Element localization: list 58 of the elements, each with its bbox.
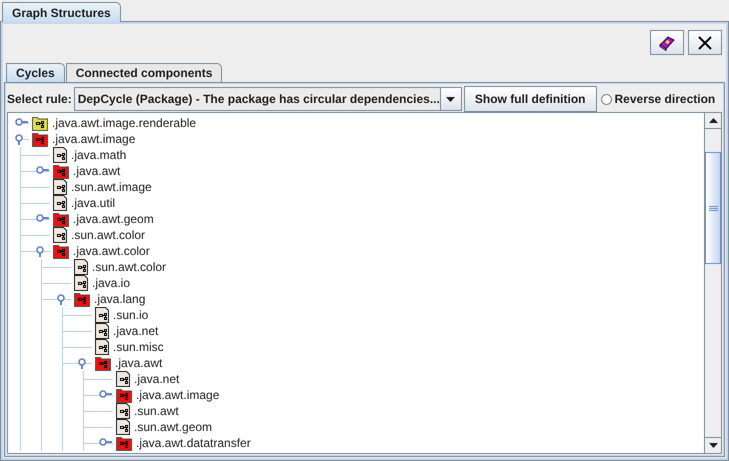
folder-icon (116, 435, 132, 451)
tab[interactable]: Connected components (66, 63, 222, 82)
tree-item[interactable]: .java.awt.image.renderable (52, 116, 196, 130)
package-icon (53, 147, 67, 163)
tree-item[interactable]: .java.io (92, 276, 130, 290)
close-button[interactable] (688, 30, 722, 55)
tree-item[interactable]: .sun.awt.geom (134, 420, 212, 434)
tree-item[interactable]: .java.awt (73, 164, 120, 178)
tree-item[interactable]: .java.awt.image (136, 388, 220, 402)
tree-item[interactable]: .java.awt.geom (73, 212, 154, 226)
folder-icon (95, 355, 111, 371)
tab[interactable]: Cycles (6, 63, 65, 82)
folder-icon (53, 243, 69, 259)
folder-icon (74, 291, 90, 307)
grip-icon (708, 206, 718, 210)
tree-item[interactable]: .sun.awt.color (71, 228, 146, 242)
dropdown-arrow-icon (446, 96, 456, 102)
tree-item[interactable]: .java.net (134, 372, 180, 386)
package-icon (53, 179, 67, 195)
book-icon (658, 34, 676, 50)
package-icon (95, 323, 109, 339)
help-button[interactable] (650, 30, 684, 55)
tree-item[interactable]: .sun.io (113, 308, 148, 322)
tree-item[interactable]: .java.lang (94, 292, 146, 306)
tree-item[interactable]: .sun.awt.color (92, 260, 166, 274)
package-icon (116, 403, 130, 419)
folder-icon (53, 211, 69, 227)
package-icon (53, 227, 67, 243)
package-icon (95, 339, 109, 355)
rule-label: Select rule: (7, 92, 72, 106)
tree-item[interactable]: .java.awt.datatransfer (136, 436, 251, 450)
tree-item[interactable]: .java.awt (115, 356, 162, 370)
close-icon (698, 36, 712, 50)
tree-item[interactable]: .java.awt.image (52, 132, 136, 146)
folder-icon (32, 131, 48, 147)
scroll-up-icon (708, 118, 718, 123)
tree-item[interactable]: .java.net (113, 324, 158, 338)
package-icon (74, 259, 88, 275)
package-icon (116, 371, 130, 387)
package-icon (74, 275, 88, 291)
tree-item[interactable]: .sun.awt.image (71, 180, 152, 194)
panel-tab[interactable]: Graph Structures (2, 2, 121, 22)
tree-item[interactable]: .sun.awt (134, 404, 179, 418)
tree-item[interactable]: .java.util (71, 196, 116, 210)
tree-item[interactable]: .java.awt.color (73, 244, 150, 258)
tree-item[interactable]: .sun.misc (113, 340, 164, 354)
scrollbar[interactable] (704, 113, 721, 453)
folder-icon (53, 163, 69, 179)
tree-item[interactable]: .java.math (71, 148, 126, 162)
folder-icon (32, 115, 48, 131)
folder-icon (116, 387, 132, 403)
show-definition-button[interactable]: Show full definition (464, 86, 597, 112)
reverse-direction-radio[interactable]: Reverse direction (600, 92, 716, 106)
rule-dropdown[interactable]: DepCycle (Package) - The package has circular dependencies... (74, 87, 462, 111)
package-icon (53, 195, 67, 211)
package-icon (95, 307, 109, 323)
scroll-down-icon (708, 443, 718, 448)
package-icon (116, 419, 130, 435)
